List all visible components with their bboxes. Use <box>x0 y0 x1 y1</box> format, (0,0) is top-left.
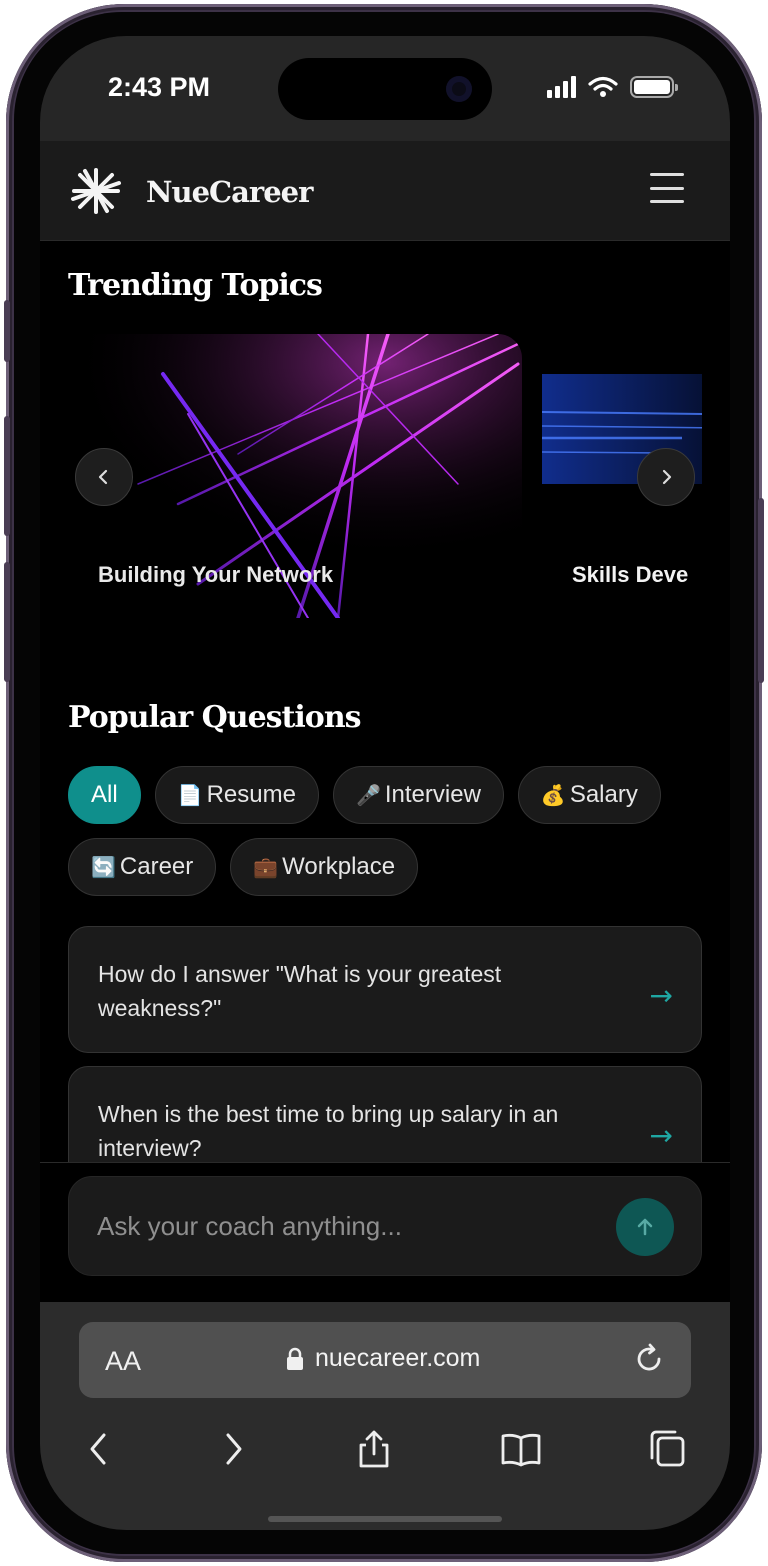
hamburger-menu-icon[interactable] <box>650 173 684 203</box>
chevron-left-icon <box>90 1433 106 1465</box>
lock-icon <box>287 1347 303 1370</box>
status-time: 2:43 PM <box>108 72 211 102</box>
filter-chip-label: Interview <box>384 781 481 808</box>
url-display[interactable]: nuecareer.com <box>285 1344 480 1373</box>
carousel-next-button[interactable] <box>637 448 695 506</box>
filter-chip-label: Workplace <box>282 853 396 880</box>
chat-composer <box>68 1176 702 1276</box>
volume-down-button <box>4 562 10 682</box>
app-header: NueCareer <box>40 141 730 241</box>
home-indicator[interactable] <box>268 1516 502 1522</box>
filter-chip-all[interactable]: All <box>68 766 141 824</box>
chevron-right-icon <box>226 1433 242 1465</box>
status-icons <box>547 76 678 98</box>
reader-settings-button[interactable]: AA <box>105 1346 141 1377</box>
filter-chip-salary[interactable]: 💰 Salary <box>517 766 661 824</box>
filter-chip-label: Career <box>119 853 194 880</box>
brand-name[interactable]: NueCareer <box>146 175 313 209</box>
bookmarks-button[interactable] <box>496 1424 546 1474</box>
arrow-up-icon <box>637 1218 653 1236</box>
tabs-button[interactable] <box>642 1424 692 1474</box>
volume-up-button <box>4 416 10 536</box>
arrow-right-icon: → <box>649 979 673 1012</box>
questions-list: How do I answer "What is your greatest w… <box>68 926 702 1162</box>
carousel-prev-button[interactable] <box>75 448 133 506</box>
browser-nav-toolbar <box>40 1420 730 1480</box>
microphone-icon: 🎤 <box>355 784 381 807</box>
question-text: How do I answer "What is your greatest w… <box>98 961 502 1021</box>
coach-question-input[interactable] <box>97 1201 597 1251</box>
camera-icon <box>446 76 472 102</box>
arrow-right-icon: → <box>649 1119 673 1152</box>
topic-card-title: Skills Deve <box>572 562 689 587</box>
battery-icon <box>630 76 678 98</box>
wifi-icon <box>588 76 618 97</box>
browser-toolbar: AA nuecareer.com <box>40 1302 730 1530</box>
url-text: nuecareer.com <box>315 1344 481 1372</box>
money-bag-icon: 💰 <box>540 784 566 807</box>
popular-questions-title: Popular Questions <box>68 700 362 735</box>
address-bar[interactable]: AA nuecareer.com <box>79 1322 691 1398</box>
document-icon: 📄 <box>177 784 203 807</box>
filter-chip-workplace[interactable]: 💼 Workplace <box>230 838 419 896</box>
topic-carousel[interactable]: Building Your Network Skills Deve <box>68 334 702 620</box>
cellular-signal-icon <box>547 76 576 98</box>
status-bar: 2:43 PM <box>40 36 730 141</box>
filter-chip-label: Salary <box>569 781 638 808</box>
filter-chip-interview[interactable]: 🎤 Interview <box>332 766 504 824</box>
dynamic-island <box>278 58 492 120</box>
tabs-icon <box>650 1430 685 1467</box>
category-filters: All 📄 Resume 🎤 Interview 💰 Salary 🔄 Career 💼… <box>68 766 708 896</box>
side-button <box>4 300 10 362</box>
reload-icon[interactable] <box>631 1341 667 1377</box>
question-card[interactable]: When is the best time to bring up salary… <box>68 1066 702 1162</box>
filter-chip-label: Resume <box>206 781 296 808</box>
share-button[interactable] <box>349 1424 399 1474</box>
share-icon <box>359 1430 389 1468</box>
question-text: When is the best time to bring up salary… <box>98 1101 559 1161</box>
topic-card-building-network[interactable]: Building Your Network <box>68 334 522 618</box>
chevron-left-icon <box>98 469 108 485</box>
forward-button[interactable] <box>208 1424 258 1474</box>
back-button[interactable] <box>74 1424 124 1474</box>
chevron-right-icon <box>662 469 672 485</box>
power-button <box>758 498 764 683</box>
book-icon <box>501 1433 541 1467</box>
trending-topics-title: Trending Topics <box>68 268 323 303</box>
briefcase-icon: 💼 <box>253 856 279 879</box>
refresh-icon: 🔄 <box>91 856 116 879</box>
reader-settings-label: AA <box>105 1346 142 1376</box>
filter-chip-career[interactable]: 🔄 Career <box>68 838 217 896</box>
topic-card-title: Building Your Network <box>98 562 334 587</box>
filter-chip-label: All <box>91 781 118 808</box>
filter-chip-resume[interactable]: 📄 Resume <box>154 766 319 824</box>
logo-icon[interactable] <box>70 167 122 215</box>
question-card[interactable]: How do I answer "What is your greatest w… <box>68 926 702 1053</box>
screen: 2:43 PM NueCareer Trending Topics Buildi… <box>40 36 730 1530</box>
send-button[interactable] <box>616 1198 674 1256</box>
